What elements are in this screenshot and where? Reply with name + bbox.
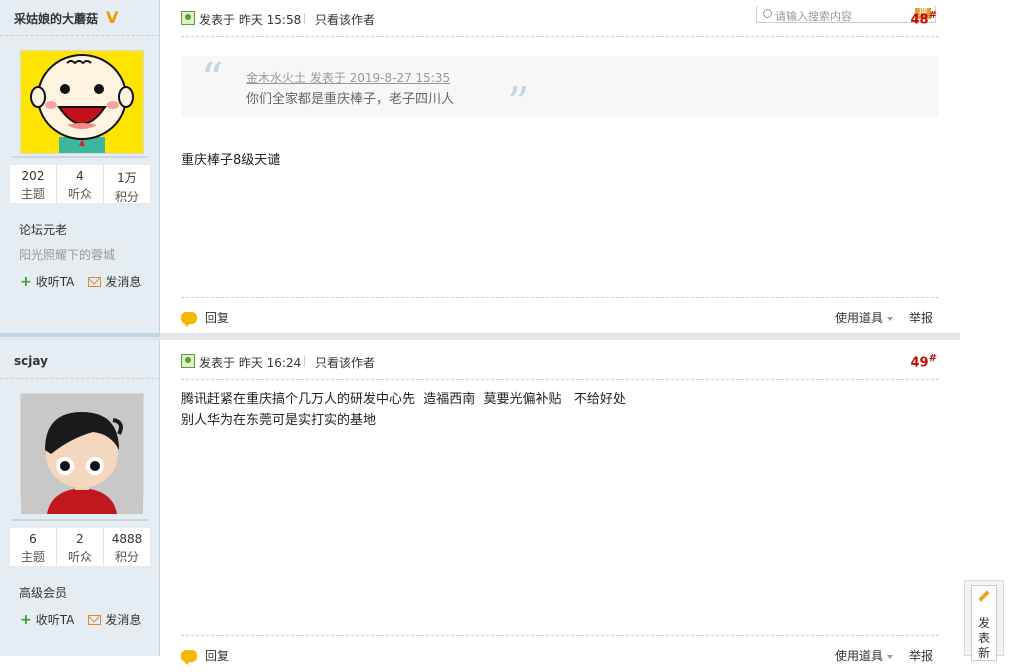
post-footer: 回复 使用道具 举报 bbox=[181, 635, 939, 672]
post-header: 发表于 昨天 15:58 只看该作者 请输入搜索内容 搜 48# bbox=[181, 0, 939, 37]
cartoon-face-avatar bbox=[21, 51, 143, 153]
divider bbox=[304, 356, 305, 367]
post-separator bbox=[0, 333, 960, 340]
cartoon-boy-avatar bbox=[21, 394, 143, 514]
only-author-link[interactable]: 只看该作者 bbox=[315, 354, 375, 371]
floor-value: 48 bbox=[910, 12, 929, 28]
user-rank[interactable]: 高级会员 bbox=[19, 584, 67, 601]
author-sidebar: scjay 6 主题 2 听众 4888 积分 高级会员 + 收听TA 发消息 bbox=[0, 340, 160, 656]
separator-accent bbox=[0, 333, 160, 337]
floor-mark: # bbox=[928, 353, 937, 364]
only-author-link[interactable]: 只看该作者 bbox=[315, 11, 375, 28]
quote-close-icon: ” bbox=[507, 78, 530, 129]
floor-number[interactable]: 48# bbox=[911, 10, 937, 27]
stat-num: 1万 bbox=[117, 171, 137, 185]
author-name[interactable]: 采姑娘的大蘑菇 bbox=[14, 10, 98, 27]
search-input[interactable]: 请输入搜索内容 bbox=[775, 8, 852, 22]
post-message: 腾讯赶紧在重庆搞个几万人的研发中心先 造福西南 莫要光偏补贴 不给好处 别人华为在… bbox=[181, 389, 626, 431]
use-tools-dropdown[interactable]: 使用道具 bbox=[835, 309, 893, 326]
post-48: 采姑娘的大蘑菇 V 202 主题 4 听众 1万 积分 论坛元老 阳光照耀下的蓉… bbox=[0, 0, 960, 333]
stat-label: 听众 bbox=[67, 187, 92, 201]
user-stats: 6 主题 2 听众 4888 积分 bbox=[10, 528, 150, 566]
post-status-icon bbox=[181, 11, 195, 25]
stat-label: 积分 bbox=[114, 190, 139, 204]
stat-topics[interactable]: 202 主题 bbox=[10, 165, 57, 203]
user-stats: 202 主题 4 听众 1万 积分 bbox=[10, 165, 150, 204]
quote-open-icon: “ bbox=[201, 54, 224, 105]
follow-label: 收听TA bbox=[35, 275, 75, 289]
divider bbox=[0, 35, 160, 36]
reply-button[interactable]: 回复 bbox=[181, 309, 230, 327]
stat-followers[interactable]: 2 听众 bbox=[57, 528, 104, 566]
search-box[interactable]: 请输入搜索内容 搜 bbox=[756, 6, 936, 23]
mail-icon bbox=[88, 276, 102, 287]
stat-points[interactable]: 1万 积分 bbox=[104, 165, 150, 204]
follow-label: 收听TA bbox=[35, 613, 75, 627]
quote-block: “ 金木水火土 发表于 2019-8-27 15:35 你们全家都是重庆棒子，老… bbox=[181, 54, 939, 126]
send-message-label: 发消息 bbox=[105, 275, 142, 289]
message-line: 别人华为在东莞可是实打实的基地 bbox=[181, 413, 377, 428]
send-message-button[interactable]: 发消息 bbox=[88, 273, 141, 290]
post-status-icon bbox=[181, 354, 195, 368]
stat-label: 主题 bbox=[20, 550, 45, 564]
stat-num: 4888 bbox=[111, 532, 143, 546]
stat-label: 听众 bbox=[67, 550, 92, 564]
plus-icon: + bbox=[20, 611, 32, 628]
new-post-float-inner[interactable]: 发表新 bbox=[971, 585, 997, 661]
send-message-button[interactable]: 发消息 bbox=[88, 611, 141, 628]
stat-points[interactable]: 4888 积分 bbox=[104, 528, 150, 566]
user-actions: + 收听TA 发消息 bbox=[20, 273, 141, 290]
post-header: 发表于 昨天 16:24 只看该作者 49# bbox=[181, 343, 939, 380]
follow-button[interactable]: + 收听TA bbox=[20, 273, 74, 290]
stat-num: 6 bbox=[29, 532, 37, 546]
user-motto: 阳光照耀下的蓉城 bbox=[19, 248, 116, 262]
author-sidebar: 采姑娘的大蘑菇 V 202 主题 4 听众 1万 积分 论坛元老 阳光照耀下的蓉… bbox=[0, 0, 160, 333]
vip-icon: V bbox=[106, 8, 119, 27]
mail-icon bbox=[88, 614, 102, 625]
stat-num: 202 bbox=[21, 169, 45, 183]
post-message: 重庆棒子8级天谴 bbox=[181, 153, 281, 168]
avatar[interactable] bbox=[20, 50, 144, 154]
divider bbox=[0, 378, 160, 379]
floor-mark: # bbox=[928, 10, 937, 21]
stat-topics[interactable]: 6 主题 bbox=[10, 528, 57, 566]
post-content: 发表于 昨天 16:24 只看该作者 49# 腾讯赶紧在重庆搞个几万人的研发中心… bbox=[181, 343, 939, 665]
user-actions: + 收听TA 发消息 bbox=[20, 611, 141, 628]
search-icon bbox=[763, 9, 772, 18]
divider bbox=[304, 13, 305, 24]
send-message-label: 发消息 bbox=[105, 613, 142, 627]
quote-author-link[interactable]: 金木水火土 发表于 2019-8-27 15:35 bbox=[246, 69, 450, 86]
stat-label: 主题 bbox=[20, 187, 45, 201]
post-49: scjay 6 主题 2 听众 4888 积分 高级会员 + 收听TA 发消息 … bbox=[0, 340, 960, 665]
stat-num: 2 bbox=[76, 532, 84, 546]
divider bbox=[12, 519, 148, 521]
follow-button[interactable]: + 收听TA bbox=[20, 611, 74, 628]
reply-label: 回复 bbox=[205, 311, 230, 325]
post-content: 发表于 昨天 15:58 只看该作者 请输入搜索内容 搜 48# “ 金木水火土… bbox=[181, 0, 939, 333]
tools-label: 使用道具 bbox=[834, 649, 883, 663]
message-line: 腾讯赶紧在重庆搞个几万人的研发中心先 造福西南 莫要光偏补贴 不给好处 bbox=[181, 392, 626, 407]
author-name[interactable]: scjay bbox=[14, 354, 48, 368]
stat-followers[interactable]: 4 听众 bbox=[57, 165, 104, 203]
plus-icon: + bbox=[20, 273, 32, 290]
tools-label: 使用道具 bbox=[834, 311, 883, 325]
quote-text: 你们全家都是重庆棒子，老子四川人 bbox=[246, 92, 455, 107]
report-link[interactable]: 举报 bbox=[909, 309, 933, 326]
new-post-label: 发表新 bbox=[978, 616, 991, 660]
reply-icon bbox=[181, 311, 197, 327]
stat-label: 积分 bbox=[114, 550, 139, 564]
divider bbox=[12, 156, 148, 158]
post-time: 发表于 昨天 15:58 bbox=[199, 13, 302, 27]
avatar[interactable] bbox=[20, 393, 144, 514]
stat-num: 4 bbox=[76, 169, 84, 183]
new-post-float-button[interactable]: 发表新 bbox=[964, 580, 1004, 661]
floor-number[interactable]: 49# bbox=[911, 353, 937, 370]
floor-value: 49 bbox=[910, 355, 929, 371]
post-time: 发表于 昨天 16:24 bbox=[199, 356, 302, 370]
user-rank[interactable]: 论坛元老 bbox=[19, 221, 67, 238]
pencil-icon bbox=[978, 590, 990, 602]
post-footer: 回复 使用道具 举报 bbox=[181, 297, 939, 334]
chevron-down-icon bbox=[887, 654, 893, 659]
chevron-down-icon bbox=[887, 316, 893, 321]
